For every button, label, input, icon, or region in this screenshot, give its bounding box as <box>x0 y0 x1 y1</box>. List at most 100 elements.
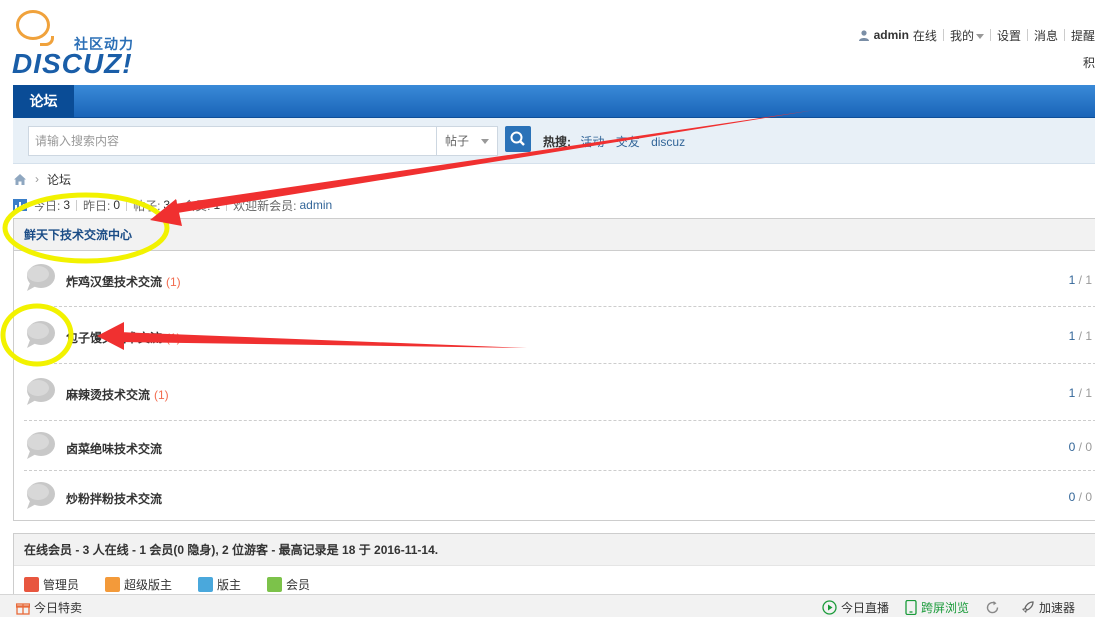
forum-name[interactable]: 炸鸡汉堡技术交流 (1) <box>66 273 181 290</box>
forum-counts: 1 / 1 <box>1068 329 1092 343</box>
stat-today-label: 今日: <box>33 198 61 213</box>
online-members-box: 在线会员 - 3 人在线 - 1 会员(0 隐身), 2 位游客 - 最高记录是… <box>13 533 1095 603</box>
forum-bubble-icon[interactable] <box>24 377 56 407</box>
rocket-icon <box>1021 601 1034 613</box>
chevron-right-icon: › <box>35 172 39 186</box>
newest-member-link[interactable]: admin <box>299 198 332 212</box>
gift-icon <box>16 602 30 615</box>
search-icon <box>510 131 525 146</box>
legend-item: 管理员 <box>24 576 79 593</box>
thread-count: 1 <box>1068 329 1076 343</box>
search-input[interactable]: 请输入搜索内容 <box>28 126 450 156</box>
forum-new-count: (1) <box>154 388 169 402</box>
chevron-down-icon <box>481 139 489 144</box>
search-button[interactable] <box>505 126 531 152</box>
forum-group: 鲜天下技术交流中心 炸鸡汉堡技术交流 (1) 1 / 1 包子馒头技术交流 (1) … <box>13 218 1095 521</box>
online-status: 在线 <box>912 28 937 43</box>
stat-posts-label: 帖子: <box>133 198 161 213</box>
divider <box>1026 29 1028 41</box>
divider <box>226 199 228 211</box>
forum-counts: 0 / 0 <box>1068 490 1092 504</box>
divider <box>126 199 128 211</box>
stat-yesterday: 0 <box>113 198 121 212</box>
forum-counts: 1 / 1 <box>1068 273 1092 287</box>
chevron-down-icon <box>975 33 984 39</box>
post-count: 1 <box>1085 273 1092 287</box>
forum-bubble-icon[interactable] <box>24 481 56 511</box>
legend-item: 版主 <box>198 576 241 593</box>
deals-button[interactable]: 今日特卖 <box>16 599 82 616</box>
forum-name-label: 炸鸡汉堡技术交流 <box>66 275 163 289</box>
top-user-nav: admin 在线 我的 设置 消息 提醒 <box>858 26 1095 44</box>
search-bar: 请输入搜索内容 帖子 热搜: 活动 交友 discuz <box>13 118 1095 164</box>
search-type-label: 帖子 <box>445 134 470 148</box>
forum-name-label: 包子馒头技术交流 <box>66 331 163 345</box>
super-mod-user-icon <box>105 577 121 592</box>
forum-bubble-icon[interactable] <box>24 320 56 350</box>
thread-count: 0 <box>1068 490 1076 504</box>
post-count: 0 <box>1085 440 1092 454</box>
divider <box>176 199 178 211</box>
settings-link[interactable]: 设置 <box>997 27 1021 44</box>
discuz-logo[interactable]: 社区动力 DISCUZ! <box>12 10 152 80</box>
legend-item: 超级版主 <box>105 576 172 593</box>
member-legend: 管理员 超级版主 版主 会员 <box>24 576 310 593</box>
accelerator-button[interactable]: 加速器 <box>1020 599 1075 616</box>
forum-row: 麻辣烫技术交流 (1) 1 / 1 <box>24 364 1095 421</box>
group-header: 鲜天下技术交流中心 <box>14 219 1095 251</box>
forum-row: 包子馒头技术交流 (1) 1 / 1 <box>24 307 1095 364</box>
hot-search-link[interactable]: 交友 <box>616 135 640 149</box>
username-link[interactable]: admin <box>874 28 909 42</box>
forum-new-count: (1) <box>166 275 181 289</box>
admin-user-icon <box>24 577 39 592</box>
credits-link[interactable]: 积 <box>1083 54 1095 71</box>
group-title-link[interactable]: 鲜天下技术交流中心 <box>24 228 132 242</box>
hot-search-link[interactable]: discuz <box>651 135 685 149</box>
forum-name[interactable]: 炒粉拌粉技术交流 <box>66 490 166 507</box>
forum-name[interactable]: 卤菜绝味技术交流 <box>66 440 166 457</box>
online-summary[interactable]: 在线会员 - 3 人在线 - 1 会员(0 隐身), 2 位游客 - 最高记录是… <box>14 534 1095 566</box>
forum-new-count: (1) <box>166 331 181 345</box>
reminders-link[interactable]: 提醒 <box>1071 27 1095 44</box>
stat-newest-label: 欢迎新会员: <box>233 198 297 213</box>
logo-title: DISCUZ! <box>12 48 133 79</box>
refresh-icon <box>986 601 999 614</box>
forum-row: 炒粉拌粉技术交流 0 / 0 <box>24 471 1095 521</box>
refresh-button[interactable] <box>985 600 1004 615</box>
forum-name-label: 炒粉拌粉技术交流 <box>66 492 163 506</box>
my-menu[interactable]: 我的 <box>950 27 984 44</box>
browser-status-bar: 今日特卖 今日直播 跨屏浏览 加速器 <box>0 594 1095 617</box>
hot-search-label: 热搜: <box>543 135 571 149</box>
legend-label: 超级版主 <box>124 578 173 592</box>
play-icon <box>822 600 837 615</box>
tab-forum[interactable]: 论坛 <box>13 85 74 118</box>
cross-screen-button[interactable]: 跨屏浏览 <box>905 599 969 616</box>
forum-name-label: 卤菜绝味技术交流 <box>66 442 163 456</box>
forum-bubble-icon[interactable] <box>24 263 56 293</box>
home-icon[interactable] <box>13 173 27 186</box>
breadcrumb: › 论坛 <box>13 170 71 188</box>
forum-bubble-icon[interactable] <box>24 431 56 461</box>
forum-name[interactable]: 包子馒头技术交流 (1) <box>66 329 181 346</box>
post-count: 0 <box>1085 490 1092 504</box>
legend-label: 管理员 <box>43 578 80 592</box>
mod-user-icon <box>198 577 214 592</box>
messages-link[interactable]: 消息 <box>1034 27 1058 44</box>
forum-name[interactable]: 麻辣烫技术交流 (1) <box>66 386 169 403</box>
breadcrumb-current: 论坛 <box>47 172 72 187</box>
forum-counts: 1 / 1 <box>1068 386 1092 400</box>
forum-name-label: 麻辣烫技术交流 <box>66 388 151 402</box>
legend-label: 会员 <box>286 578 311 592</box>
cross-screen-label: 跨屏浏览 <box>920 601 969 615</box>
thread-count: 1 <box>1068 386 1076 400</box>
stat-today: 3 <box>63 198 71 212</box>
forum-stats: 今日: 3 昨日: 0 帖子: 3 会员: 1 欢迎新会员: admin <box>13 196 332 214</box>
divider <box>1063 29 1065 41</box>
hot-search-link[interactable]: 活动 <box>580 135 604 149</box>
deals-label: 今日特卖 <box>34 601 83 615</box>
forum-row: 卤菜绝味技术交流 0 / 0 <box>24 421 1095 471</box>
thread-count: 1 <box>1068 273 1076 287</box>
search-type-select[interactable]: 帖子 <box>436 126 498 156</box>
live-button[interactable]: 今日直播 <box>822 599 889 616</box>
stat-members-label: 会员: <box>183 198 211 213</box>
